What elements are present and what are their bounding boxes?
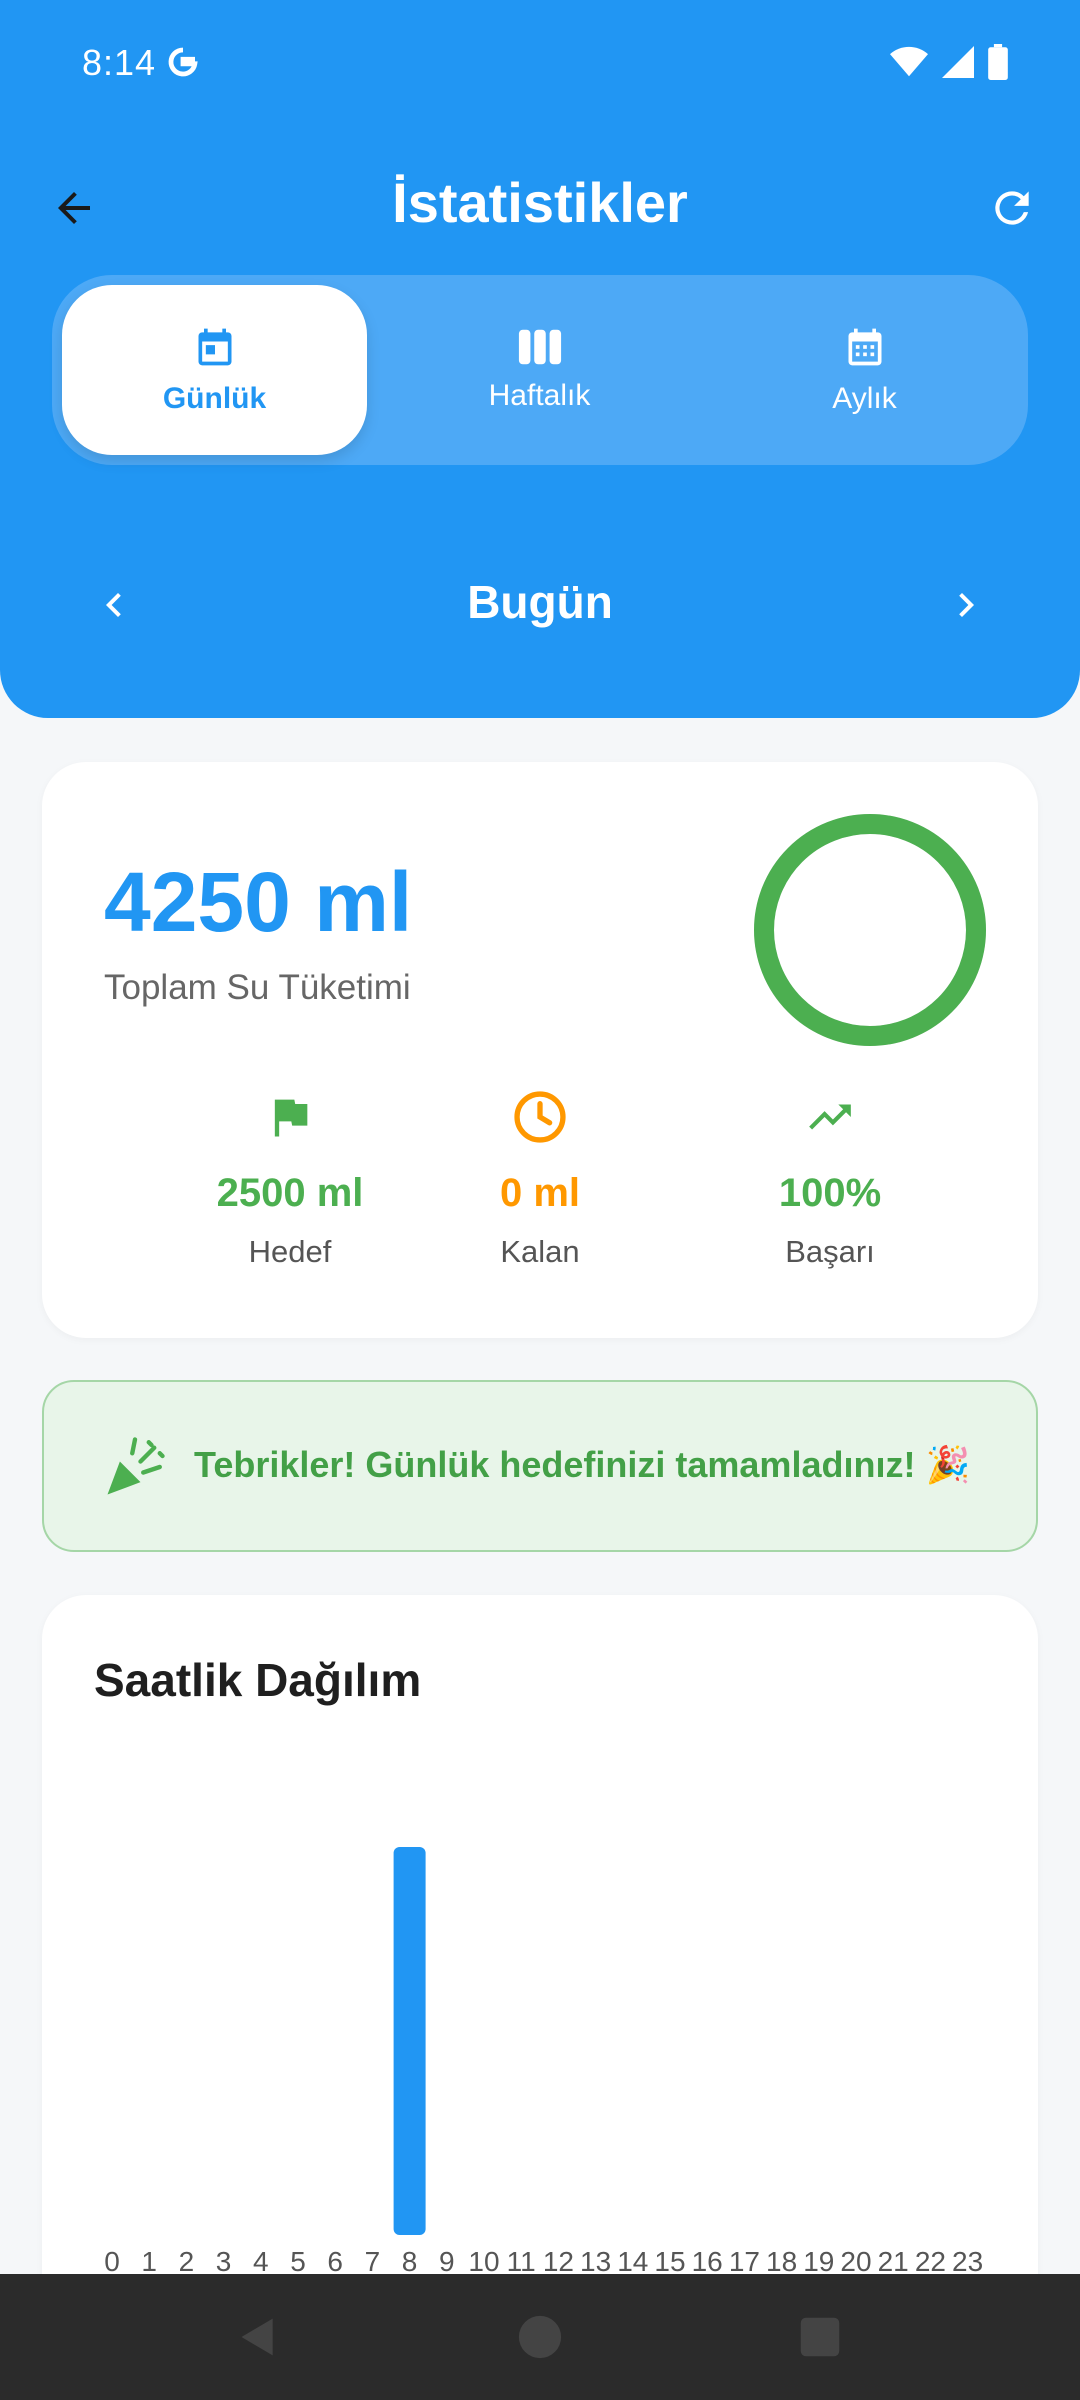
goal-value: 2500 ml bbox=[216, 1171, 364, 1215]
tab-daily-label: Günlük bbox=[162, 382, 267, 415]
hour-tick-label: 7 bbox=[365, 2246, 381, 2277]
summary-card: 4250 ml Toplam Su Tüketimi 2500 ml Hedef… bbox=[42, 762, 1038, 1338]
nav-recents-button[interactable] bbox=[790, 2307, 850, 2367]
flag-icon bbox=[274, 1099, 308, 1137]
signal-icon bbox=[942, 46, 974, 78]
stat-goal: 2500 ml Hedef bbox=[160, 1087, 420, 1270]
party-popper-icon bbox=[107, 1437, 165, 1495]
success-value: 100% bbox=[778, 1171, 882, 1215]
stat-remaining: 0 ml Kalan bbox=[410, 1087, 670, 1270]
tab-daily[interactable]: Günlük bbox=[62, 285, 367, 455]
next-date-button[interactable] bbox=[930, 569, 1002, 641]
app-bar: İstatistikler bbox=[0, 160, 1080, 280]
hour-tick-label: 18 bbox=[766, 2246, 797, 2277]
hour-tick-label: 1 bbox=[141, 2246, 157, 2277]
google-icon bbox=[168, 47, 198, 77]
page-title: İstatistikler bbox=[392, 171, 688, 234]
total-consumption-value: 4250 ml bbox=[104, 855, 413, 949]
chevron-right-icon bbox=[959, 593, 974, 617]
hour-tick-label: 16 bbox=[692, 2246, 723, 2277]
hour-bar-8 bbox=[393, 1847, 426, 2235]
hour-tick-label: 9 bbox=[439, 2246, 455, 2277]
hour-tick-label: 17 bbox=[729, 2246, 760, 2277]
tab-monthly[interactable]: Aylık bbox=[712, 285, 1017, 455]
tab-monthly-label: Aylık bbox=[832, 382, 897, 415]
trending-up-icon bbox=[809, 1104, 851, 1130]
refresh-button[interactable] bbox=[976, 172, 1048, 244]
system-nav-bar bbox=[0, 2274, 1080, 2400]
stat-success: 100% Başarı bbox=[700, 1087, 960, 1270]
chart-title: Saatlik Dağılım bbox=[94, 1654, 422, 1706]
battery-icon bbox=[988, 44, 1008, 80]
hour-tick-label: 10 bbox=[468, 2246, 499, 2277]
hour-tick-label: 12 bbox=[543, 2246, 574, 2277]
hour-tick-label: 13 bbox=[580, 2246, 611, 2277]
nav-recents-icon bbox=[800, 2317, 840, 2357]
hour-tick-label: 11 bbox=[507, 2246, 536, 2277]
goal-label: Hedef bbox=[248, 1234, 332, 1269]
tab-weekly-label: Haftalık bbox=[488, 379, 591, 412]
date-label: Bugün bbox=[467, 576, 613, 628]
hour-tick-label: 5 bbox=[290, 2246, 306, 2277]
status-time: 8:14 bbox=[82, 42, 157, 83]
remaining-value: 0 ml bbox=[499, 1171, 581, 1215]
hour-tick-label: 6 bbox=[327, 2246, 343, 2277]
hour-tick-label: 2 bbox=[179, 2246, 195, 2277]
calendar-month-icon bbox=[848, 328, 881, 366]
progress-ring bbox=[754, 814, 986, 1046]
hour-tick-label: 20 bbox=[840, 2246, 871, 2277]
congrats-text: Tebrikler! Günlük hedefinizi tamamladını… bbox=[194, 1444, 971, 1485]
hour-tick-label: 22 bbox=[915, 2246, 946, 2277]
hour-tick-label: 0 bbox=[104, 2246, 120, 2277]
success-label: Başarı bbox=[785, 1234, 875, 1269]
hour-tick-label: 14 bbox=[617, 2246, 648, 2277]
calendar-today-icon bbox=[198, 328, 231, 366]
clock-icon bbox=[514, 1091, 566, 1143]
nav-back-button[interactable] bbox=[228, 2307, 288, 2367]
congrats-banner: Tebrikler! Günlük hedefinizi tamamladını… bbox=[42, 1380, 1038, 1552]
nav-home-button[interactable] bbox=[510, 2307, 570, 2367]
hour-tick-label: 3 bbox=[216, 2246, 232, 2277]
period-tabs: Günlük Haftalık Aylık bbox=[52, 275, 1028, 465]
date-navigator: Bugün bbox=[0, 555, 1080, 651]
total-consumption-label: Toplam Su Tüketimi bbox=[104, 968, 411, 1007]
nav-home-icon bbox=[518, 2315, 562, 2359]
hour-tick-label: 4 bbox=[253, 2246, 269, 2277]
hour-tick-label: 21 bbox=[878, 2246, 909, 2277]
remaining-label: Kalan bbox=[500, 1234, 580, 1269]
hour-tick-label: 23 bbox=[952, 2246, 983, 2277]
week-columns-icon bbox=[518, 329, 561, 365]
hour-tick-label: 15 bbox=[654, 2246, 685, 2277]
hour-tick-label: 8 bbox=[402, 2246, 418, 2277]
status-bar: 8:14 bbox=[0, 0, 1080, 130]
wifi-icon bbox=[890, 46, 928, 77]
hour-tick-label: 19 bbox=[803, 2246, 834, 2277]
nav-back-icon bbox=[241, 2318, 273, 2356]
refresh-icon bbox=[995, 191, 1029, 225]
tab-weekly[interactable]: Haftalık bbox=[387, 285, 692, 455]
